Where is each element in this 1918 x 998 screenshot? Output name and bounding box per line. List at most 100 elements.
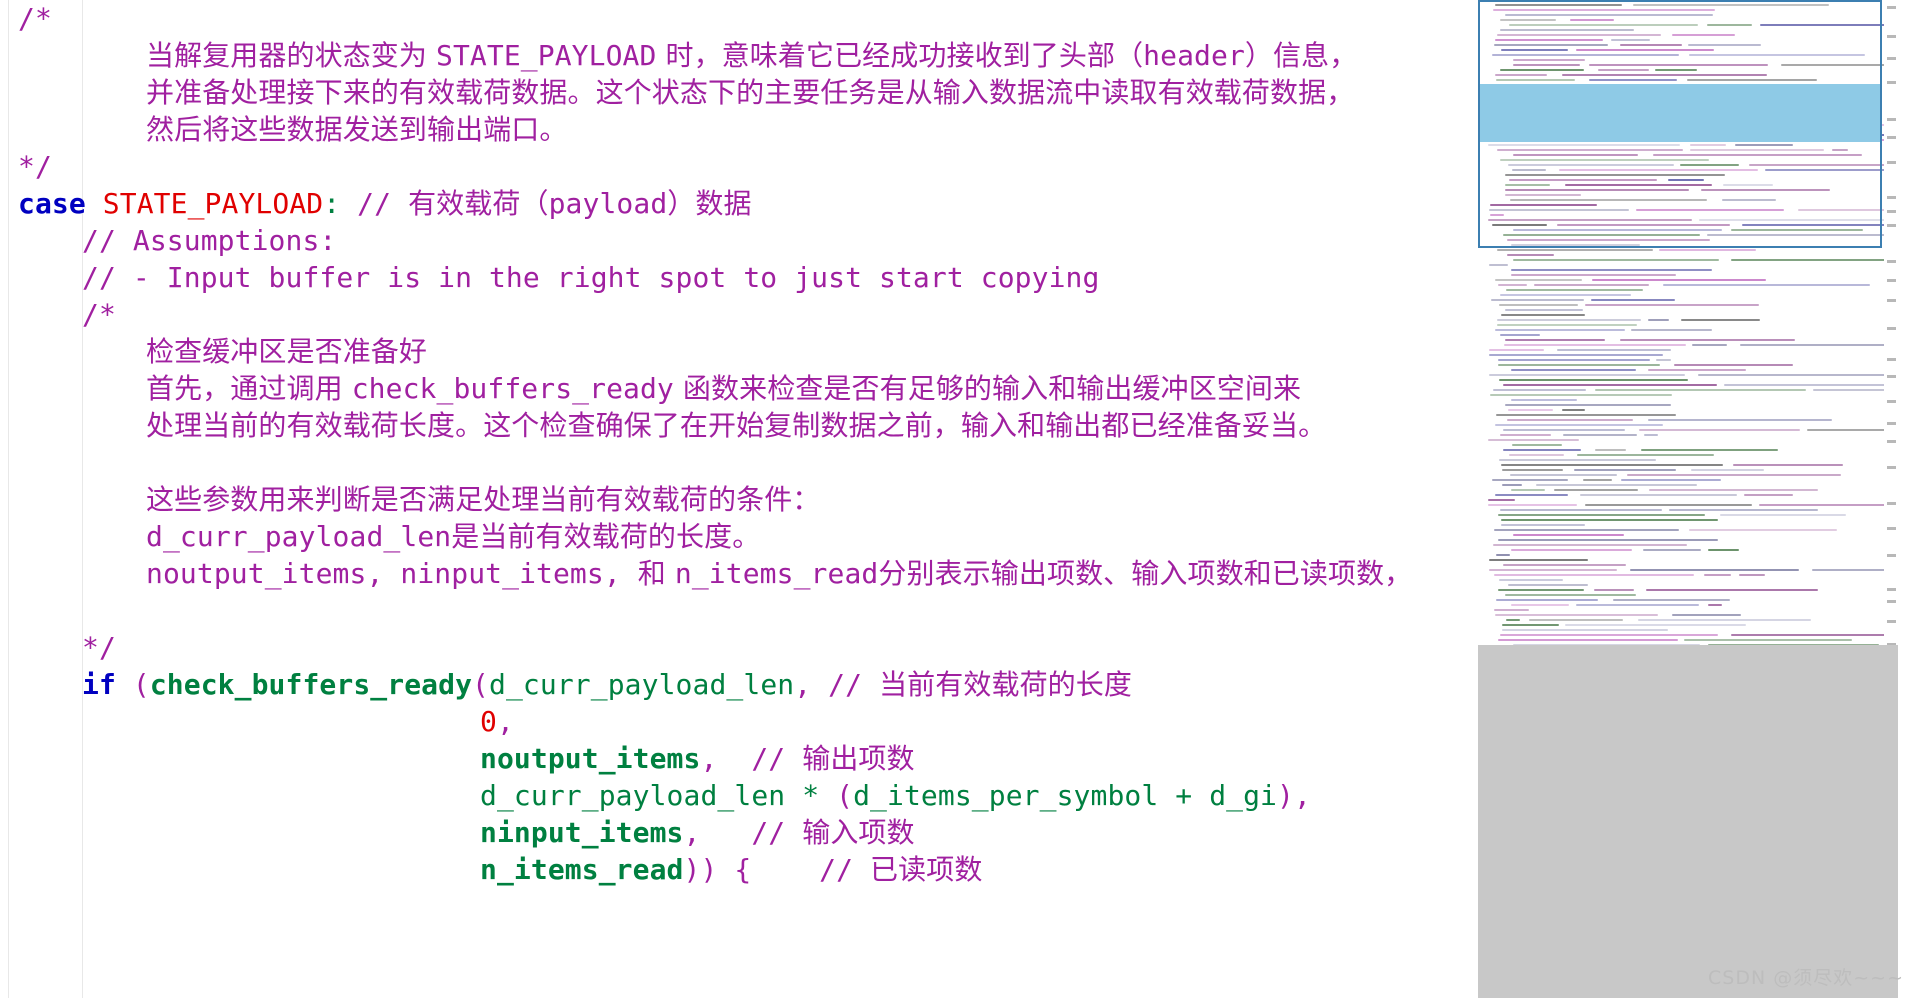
overview-ruler-tick (1887, 358, 1896, 361)
code-line[interactable]: // Assumptions: (0, 222, 1478, 259)
minimap-line (1506, 619, 1520, 621)
code-line[interactable]: 当解复用器的状态变为 STATE_PAYLOAD 时，意味着它已经成功接收到了头… (0, 37, 1478, 74)
minimap-line (1674, 364, 1793, 366)
code-line[interactable]: 这些参数用来判断是否满足处理当前有效载荷的条件： (0, 481, 1478, 518)
minimap-line (1511, 549, 1632, 551)
minimap-line (1503, 449, 1581, 451)
code-token: STATE_PAYLOAD (102, 187, 324, 220)
code-token: noutput_items, ninput_items, (146, 557, 638, 590)
code-token: ）数据 (667, 187, 752, 220)
minimap-line (1759, 504, 1898, 506)
code-token: d_curr_payload_len (489, 668, 795, 701)
code-line[interactable]: case STATE_PAYLOAD: // 有效载荷（payload）数据 (0, 185, 1478, 222)
code-line[interactable]: */ (0, 148, 1478, 185)
minimap-line (1649, 489, 1818, 491)
code-line[interactable] (0, 592, 1478, 629)
minimap-line (1557, 349, 1671, 351)
code-token: 时，意味着它已经成功接收到了头部（ (656, 39, 1144, 72)
minimap-line (1489, 569, 1617, 571)
minimap-line (1493, 544, 1687, 546)
code-line[interactable]: 首先，通过调用 check_buffers_ready 函数来检查是否有足够的输… (0, 370, 1478, 407)
code-line[interactable]: /* (0, 296, 1478, 333)
code-token: 当前有效载荷的长度 (879, 668, 1132, 701)
code-token: // Assumptions: (82, 224, 337, 257)
overview-ruler-tick (1887, 57, 1896, 60)
code-line[interactable]: ninput_items, // 输入项数 (0, 814, 1478, 851)
minimap-line (1621, 479, 1721, 481)
overview-ruler-tick (1887, 600, 1896, 603)
minimap-line (1627, 474, 1841, 476)
code-line[interactable]: 并准备处理接下来的有效载荷数据。这个状态下的主要任务是从输入数据流中读取有效载荷… (0, 74, 1478, 111)
code-line[interactable]: 然后将这些数据发送到输出端口。 (0, 111, 1478, 148)
code-line[interactable]: // - Input buffer is in the right spot t… (0, 259, 1478, 296)
code-line[interactable]: n_items_read)) { // 已读项数 (0, 851, 1478, 888)
code-line[interactable] (0, 444, 1478, 481)
minimap-line (1499, 304, 1578, 306)
minimap-line (1503, 429, 1625, 431)
code-token: d_curr_payload_len (146, 520, 452, 553)
code-line[interactable]: if (check_buffers_ready(d_curr_payload_l… (0, 666, 1478, 703)
code-line[interactable]: d_curr_payload_len是当前有效载荷的长度。 (0, 518, 1478, 555)
code-token: ( (132, 668, 150, 701)
minimap-line (1495, 279, 1582, 281)
code-token: , (496, 705, 514, 738)
vertical-scrollbar-thumb[interactable] (1478, 645, 1898, 998)
minimap-line (1499, 579, 1563, 581)
minimap-line (1490, 394, 1672, 396)
minimap-line (1498, 539, 1718, 541)
code-line[interactable]: */ (0, 629, 1478, 666)
minimap-line (1511, 269, 1712, 271)
code-token: , (1294, 779, 1311, 812)
code-line[interactable]: /* (0, 0, 1478, 37)
minimap-line (1595, 389, 1806, 391)
minimap-line (1502, 469, 1563, 471)
minimap-line (1698, 374, 1898, 376)
minimap-line (1498, 284, 1527, 286)
minimap-line (1739, 574, 1765, 576)
code-token: 当解复用器的状态变为 (146, 39, 437, 72)
minimap-line (1613, 599, 1730, 601)
minimap-line (1498, 514, 1705, 516)
minimap-line (1493, 389, 1586, 391)
minimap-line (1648, 369, 1746, 371)
code-line[interactable]: 检查缓冲区是否准备好 (0, 333, 1478, 370)
code-token: d_gi (1209, 779, 1278, 812)
minimap-line (1503, 384, 1717, 386)
minimap-line (1497, 324, 1637, 326)
minimap-line (1744, 494, 1793, 496)
minimap-line (1646, 589, 1818, 591)
minimap-line (1489, 349, 1544, 351)
code-editor[interactable]: /* 当解复用器的状态变为 STATE_PAYLOAD 时，意味着它已经成功接收到… (0, 0, 1478, 998)
minimap-line (1691, 469, 1764, 471)
code-token: 检查缓冲区是否准备好 (146, 335, 428, 368)
overview-ruler-tick (1887, 196, 1896, 199)
code-token: n_items_read (674, 557, 879, 590)
minimap-line (1501, 519, 1718, 521)
minimap-viewport-slider[interactable] (1478, 0, 1882, 248)
minimap-line (1500, 334, 1540, 336)
overview-ruler-tick (1887, 118, 1896, 121)
code-token: // (700, 816, 803, 849)
minimap-line (1511, 399, 1577, 401)
code-token: { (717, 853, 752, 886)
minimap-line (1512, 444, 1562, 446)
minimap-line (1489, 559, 1588, 561)
code-token: , (700, 742, 718, 775)
minimap-line (1492, 479, 1568, 481)
code-line[interactable]: noutput_items, // 输出项数 (0, 740, 1478, 777)
overview-ruler-tick (1887, 210, 1896, 213)
code-content[interactable]: /* 当解复用器的状态变为 STATE_PAYLOAD 时，意味着它已经成功接收到… (0, 0, 1478, 888)
code-line[interactable]: d_curr_payload_len * (d_items_per_symbol… (0, 777, 1478, 814)
minimap-line (1591, 299, 1675, 301)
minimap-line (1631, 329, 1712, 331)
minimap-line (1574, 469, 1676, 471)
minimap-line (1505, 404, 1671, 406)
code-line[interactable]: 处理当前的有效载荷长度。这个检查确保了在开始复制数据之前，输入和输出都已经准备妥… (0, 407, 1478, 444)
minimap-line (1507, 254, 1554, 256)
code-token: * (785, 779, 837, 812)
code-token: d_items_per_symbol (853, 779, 1159, 812)
overview-ruler-tick (1887, 327, 1896, 330)
code-line[interactable]: noutput_items, ninput_items, 和 n_items_r… (0, 555, 1478, 592)
code-token: // (340, 187, 409, 220)
code-line[interactable]: 0, (0, 703, 1478, 740)
